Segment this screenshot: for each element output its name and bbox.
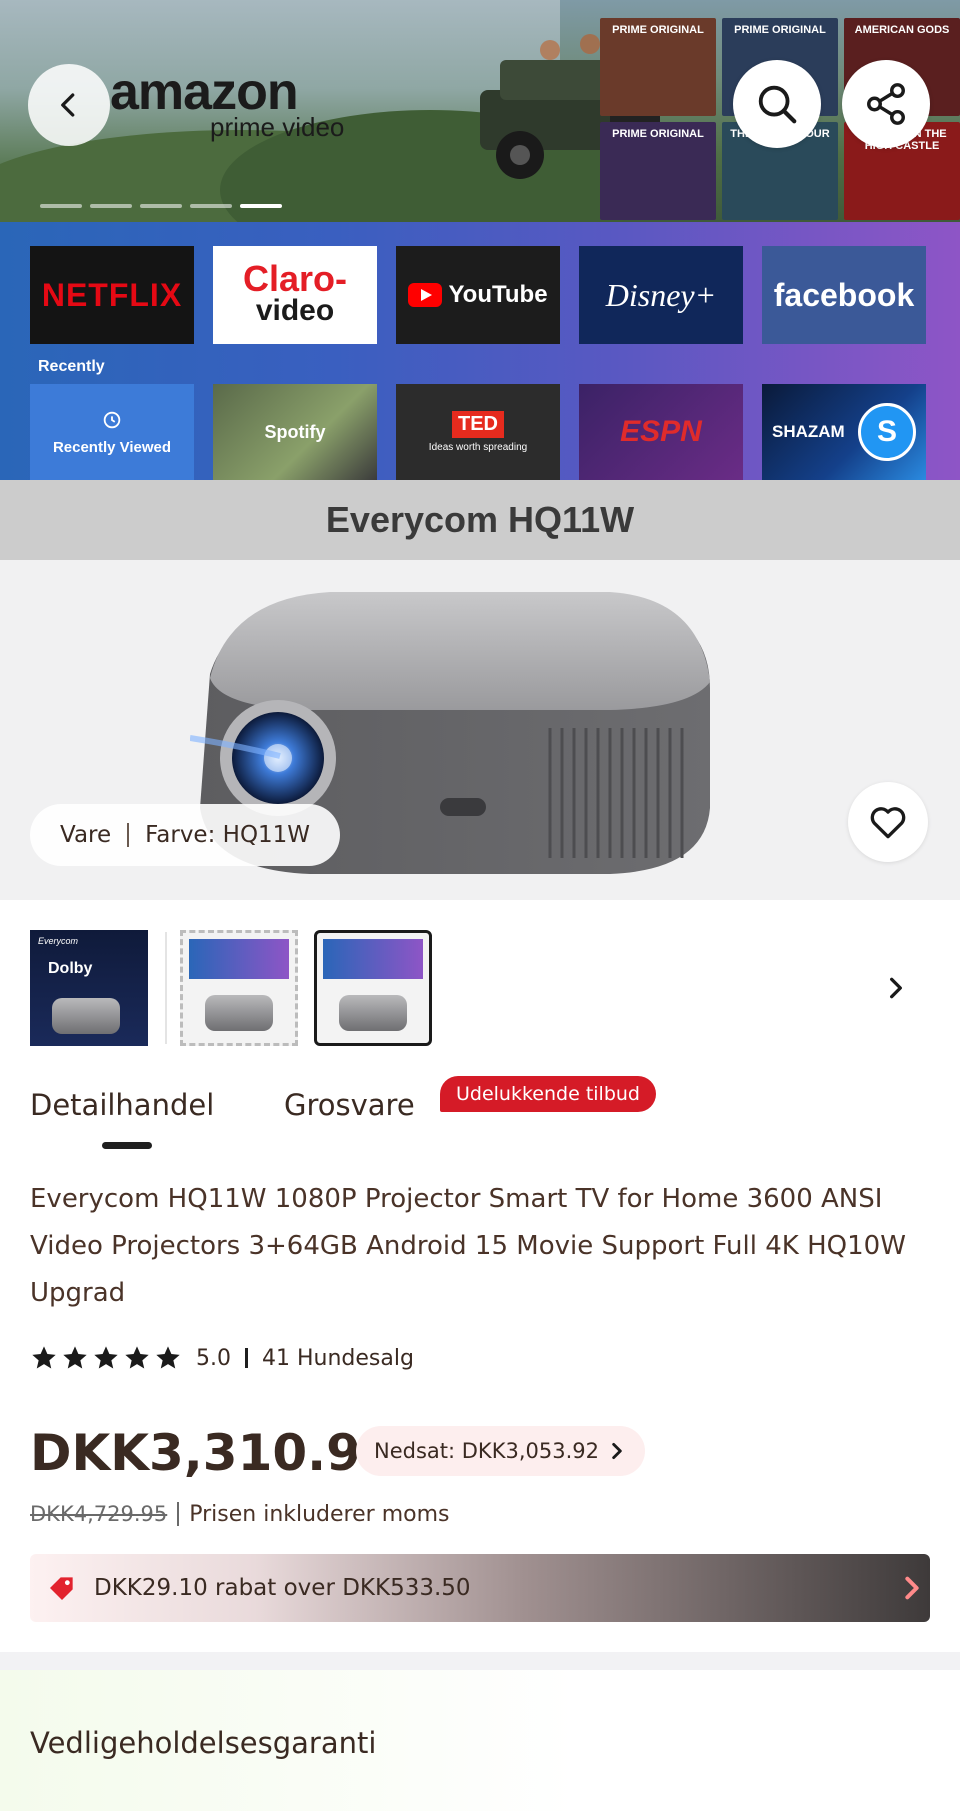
thumbnail-projector (52, 998, 120, 1034)
logo-word: amazon (110, 63, 299, 121)
shazam-icon: S (858, 403, 916, 461)
star-rating (30, 1344, 182, 1372)
warranty-section[interactable]: Vedligeholdelsesgaranti (0, 1670, 960, 1811)
netflix-tile: NETFLIX (30, 246, 194, 344)
purchase-mode-tabs: Detailhandel Grosvare Udelukkende tilbud (0, 1076, 960, 1149)
heart-icon (870, 807, 906, 839)
rating-row[interactable]: 5.0 41 Hundesalg (30, 1338, 414, 1378)
recently-viewed-tile: Recently Viewed (30, 384, 194, 480)
star-icon (156, 1346, 180, 1369)
chevron-right-icon (612, 1442, 622, 1460)
rating-separator (245, 1348, 248, 1368)
exclusive-offer-badge: Udelukkende tilbud (440, 1076, 656, 1112)
thumbnail-dolby: Dolby (48, 960, 93, 977)
history-icon (103, 411, 121, 428)
spotify-tile: Spotify (213, 384, 377, 480)
variant-selector[interactable]: Vare Farve: HQ11W (30, 804, 341, 866)
carousel-dot (90, 204, 132, 208)
price-separator (177, 1502, 180, 1526)
warranty-title: Vedligeholdelsesgaranti (30, 1726, 377, 1760)
star-icon (63, 1346, 87, 1369)
thumbnail-banner (189, 939, 289, 979)
youtube-label: YouTube (448, 281, 548, 308)
ted-label: TED (452, 411, 504, 438)
chevron-right-icon (905, 1576, 919, 1600)
espn-tile: ESPN (579, 384, 743, 480)
coupon-text: DKK29.10 rabat over DKK533.50 (94, 1575, 471, 1601)
logo-sub: prime video (210, 112, 345, 142)
product-title: Everycom HQ11W 1080P Projector Smart TV … (30, 1184, 906, 1308)
discount-chip[interactable]: Nedsat: DKK3,053.92 (356, 1426, 645, 1476)
share-button[interactable] (842, 60, 930, 148)
search-button[interactable] (733, 60, 821, 148)
facebook-tile: facebook (762, 246, 926, 344)
thumbnail[interactable] (180, 930, 298, 1046)
discount-text: Nedsat: DKK3,053.92 (374, 1439, 599, 1463)
product-band-title: Everycom HQ11W (325, 499, 635, 540)
carousel-indicator (40, 204, 282, 208)
tab-detailhandel[interactable]: Detailhandel (30, 1088, 215, 1149)
disney-plus-tile: Disney+ (579, 246, 743, 344)
price-details: DKK4,729.95 Prisen inkluderer moms (30, 1497, 449, 1531)
variant-label: Vare (60, 822, 112, 848)
chevron-right-icon (890, 977, 902, 999)
star-icon (125, 1346, 149, 1369)
thumbnail-next-button[interactable] (878, 970, 914, 1006)
tab-grosvare[interactable]: Grosvare (284, 1088, 415, 1122)
share-icon (867, 83, 905, 125)
youtube-tile: YouTube (396, 246, 560, 344)
variant-separator (127, 823, 130, 847)
tab-label: Detailhandel (30, 1088, 215, 1122)
product-name-band: Everycom HQ11W (0, 480, 960, 560)
amazon-prime-video-logo: amazon prime video (110, 63, 344, 142)
thumbnail-strip: Everycom Dolby (0, 924, 960, 1048)
carousel-dot-active (240, 204, 282, 208)
recently-label: Recently (38, 358, 105, 375)
ted-tile: TED Ideas worth spreading (396, 384, 560, 480)
thumbnail-projector (339, 995, 407, 1031)
rating-value: 5.0 (196, 1345, 231, 1371)
product-gallery[interactable]: amazon prime video PRIME ORIGINAL PRIME … (0, 0, 960, 900)
tab-label: Grosvare (284, 1088, 415, 1122)
claro-video-tile: Claro- video (213, 246, 377, 344)
tab-active-indicator (102, 1142, 152, 1149)
current-price: DKK3,310.97 (30, 1424, 396, 1482)
shazam-tile: SHAZAM S (762, 384, 926, 480)
poster: PRIME ORIGINAL (600, 18, 716, 116)
variant-color: Farve: HQ11W (145, 822, 311, 848)
star-icon (94, 1346, 118, 1369)
star-icon (32, 1346, 56, 1369)
thumbnail-brand: Everycom (38, 936, 79, 946)
search-icon (758, 85, 797, 124)
recently-viewed-label: Recently Viewed (52, 438, 172, 456)
coupon-tag-icon (50, 1577, 73, 1600)
ted-tagline: Ideas worth spreading (428, 442, 528, 453)
section-divider (0, 1652, 960, 1670)
thumbnail-separator (165, 932, 167, 1044)
sold-count: 41 Hundesalg (262, 1345, 414, 1371)
youtube-play-icon (408, 283, 443, 307)
claro-sub: video (255, 294, 335, 327)
shazam-label: SHAZAM (772, 422, 845, 441)
app-panel: NETFLIX Claro- video YouTube Disney+ fac… (0, 222, 960, 480)
wishlist-button[interactable] (848, 782, 928, 862)
thumbnail-banner (323, 939, 423, 979)
back-button[interactable] (28, 64, 110, 146)
coupon-bar[interactable]: DKK29.10 rabat over DKK533.50 (30, 1554, 930, 1622)
thumbnail-projector (205, 995, 273, 1031)
carousel-dot (40, 204, 82, 208)
thumbnail-selected[interactable] (314, 930, 432, 1046)
claro-label: Claro- (242, 258, 347, 299)
original-price: DKK4,729.95 (30, 1502, 168, 1526)
carousel-dot (140, 204, 182, 208)
vat-note: Prisen inkluderer moms (189, 1501, 450, 1527)
thumbnail[interactable]: Everycom Dolby (30, 930, 148, 1046)
poster: PRIME ORIGINAL (600, 122, 716, 220)
chevron-left-icon (61, 93, 75, 117)
carousel-dot (190, 204, 232, 208)
